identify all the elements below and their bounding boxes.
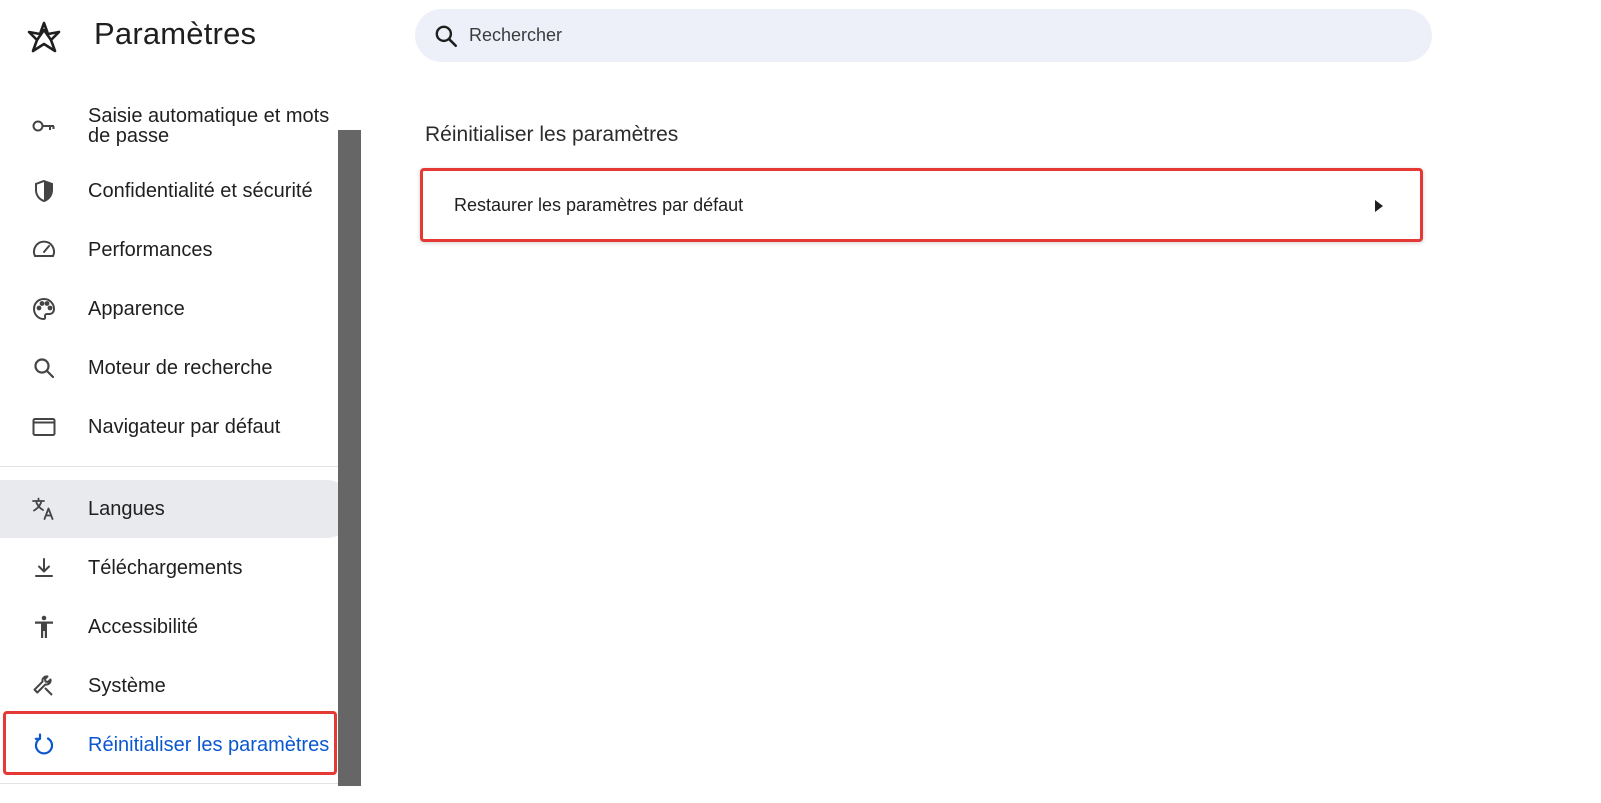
sidebar-divider: [0, 783, 338, 784]
download-icon: [30, 554, 58, 582]
speedometer-icon: [30, 236, 58, 264]
sidebar-nav: Saisie automatique et mots de passe Conf…: [0, 90, 362, 803]
key-icon: [30, 112, 58, 140]
sidebar-item-label: Navigateur par défaut: [88, 416, 281, 438]
search-bar[interactable]: [415, 9, 1432, 62]
sidebar-item-system[interactable]: Système: [0, 657, 355, 715]
section-title: Réinitialiser les paramètres: [425, 123, 679, 146]
sidebar-item-label: Réinitialiser les paramètres: [88, 734, 330, 756]
sidebar-item-languages[interactable]: Langues: [0, 480, 355, 538]
restore-defaults-row[interactable]: Restaurer les paramètres par défaut: [420, 168, 1423, 242]
sidebar-item-label: Apparence: [88, 298, 185, 320]
sidebar-item-label: Moteur de recherche: [88, 357, 273, 379]
sidebar-item-accessibility[interactable]: Accessibilité: [0, 598, 355, 656]
sidebar-item-performance[interactable]: Performances: [0, 221, 355, 279]
app-logo-icon: [24, 18, 64, 58]
translate-icon: [30, 495, 58, 523]
search-icon: [30, 354, 58, 382]
sidebar-item-privacy[interactable]: Confidentialité et sécurité: [0, 162, 355, 220]
page-title: Paramètres: [94, 16, 257, 51]
shield-icon: [30, 177, 58, 205]
restore-defaults-label: Restaurer les paramètres par défaut: [454, 194, 744, 215]
wrench-icon: [30, 672, 58, 700]
sidebar-item-default-browser[interactable]: Navigateur par défaut: [0, 398, 355, 456]
sidebar-item-label: Accessibilité: [88, 616, 199, 638]
sidebar-item-downloads[interactable]: Téléchargements: [0, 539, 355, 597]
sidebar-item-label: Langues: [88, 498, 165, 520]
reset-icon: [30, 731, 58, 759]
sidebar-item-label: Saisie automatique et mots de passe: [88, 105, 330, 147]
search-input[interactable]: [467, 24, 1371, 47]
sidebar-item-search-engine[interactable]: Moteur de recherche: [0, 339, 355, 397]
sidebar-scrollbar[interactable]: [338, 130, 361, 786]
arrow-right-icon: [1375, 200, 1383, 212]
sidebar-item-reset-settings[interactable]: Réinitialiser les paramètres: [0, 716, 355, 774]
accessibility-icon: [30, 613, 58, 641]
sidebar-item-label: Confidentialité et sécurité: [88, 180, 313, 202]
sidebar-item-appearance[interactable]: Apparence: [0, 280, 355, 338]
sidebar-item-label: Téléchargements: [88, 557, 243, 579]
sidebar-divider: [0, 466, 338, 467]
browser-window-icon: [30, 413, 58, 441]
search-icon: [435, 25, 458, 47]
sidebar-item-autofill[interactable]: Saisie automatique et mots de passe: [0, 97, 355, 155]
palette-icon: [30, 295, 58, 323]
sidebar-item-label: Système: [88, 675, 166, 697]
sidebar-item-label: Performances: [88, 239, 213, 261]
